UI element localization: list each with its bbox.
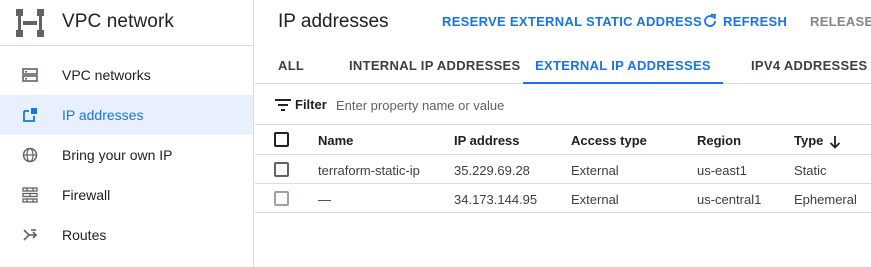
sidebar-item-bring-your-own-ip[interactable]: Bring your own IP: [0, 135, 253, 175]
sidebar-item-routes[interactable]: Routes: [0, 215, 253, 255]
filter-label[interactable]: Filter: [295, 97, 327, 112]
tab-external-ip-addresses[interactable]: EXTERNAL IP ADDRESSES: [523, 46, 723, 84]
release-static-address-button[interactable]: RELEASE S: [810, 14, 871, 29]
column-header-type[interactable]: Type: [794, 133, 841, 149]
cell-type: Static: [794, 163, 827, 178]
sidebar-item-label: IP addresses: [62, 107, 144, 123]
row-checkbox[interactable]: [274, 191, 289, 206]
cell-type: Ephemeral: [794, 192, 857, 207]
select-all-checkbox[interactable]: [274, 132, 289, 147]
page-title: IP addresses: [278, 11, 389, 32]
sidebar-item-label: Bring your own IP: [62, 147, 173, 163]
globe-icon: [22, 147, 38, 163]
refresh-button[interactable]: REFRESH: [723, 14, 787, 29]
cell-access-type: External: [571, 163, 619, 178]
sort-descending-arrow-icon[interactable]: [829, 135, 841, 149]
cell-ip-address: 35.229.69.28: [454, 163, 530, 178]
sidebar: VPC network VPC networks IP addresses Br…: [0, 0, 254, 267]
top-action-bar: IP addresses RESERVE EXTERNAL STATIC ADD…: [255, 0, 871, 46]
cell-access-type: External: [571, 192, 619, 207]
vpc-networks-icon: [22, 68, 38, 82]
refresh-icon[interactable]: [702, 13, 718, 29]
cell-name: —: [318, 192, 331, 207]
vpc-network-logo-icon: [16, 9, 44, 37]
sidebar-header: VPC network: [0, 0, 253, 46]
row-checkbox[interactable]: [274, 162, 289, 177]
cell-region: us-central1: [697, 192, 762, 207]
firewall-icon: [22, 187, 38, 203]
ip-addresses-icon: [23, 108, 37, 122]
sidebar-item-label: Firewall: [62, 187, 111, 203]
tab-ipv4-addresses[interactable]: IPV4 ADDRESSES: [751, 46, 867, 84]
column-header-name[interactable]: Name: [318, 133, 353, 148]
address-type-tabs: ALL INTERNAL IP ADDRESSES EXTERNAL IP AD…: [255, 46, 871, 84]
column-header-type-label: Type: [794, 133, 824, 148]
tab-internal-ip-addresses[interactable]: INTERNAL IP ADDRESSES: [349, 46, 520, 84]
cell-region: us-east1: [697, 163, 747, 178]
reserve-external-static-address-button[interactable]: RESERVE EXTERNAL STATIC ADDRESS: [442, 14, 702, 29]
cell-name: terraform-static-ip: [318, 163, 420, 178]
table-row[interactable]: terraform-static-ip 35.229.69.28 Externa…: [255, 155, 871, 184]
filter-bar: Filter: [255, 85, 871, 125]
sidebar-item-label: Routes: [62, 227, 107, 243]
main-content: IP addresses RESERVE EXTERNAL STATIC ADD…: [255, 0, 871, 267]
column-header-ip-address[interactable]: IP address: [454, 133, 520, 148]
table-header-row: Name IP address Access type Region Type: [255, 125, 871, 155]
column-header-access-type[interactable]: Access type: [571, 133, 647, 148]
table-row[interactable]: — 34.173.144.95 External us-central1 Eph…: [255, 184, 871, 213]
sidebar-item-label: VPC networks: [62, 67, 151, 83]
column-header-region[interactable]: Region: [697, 133, 741, 148]
filter-icon[interactable]: [275, 99, 291, 111]
ip-addresses-table: Name IP address Access type Region Type …: [255, 125, 871, 213]
sidebar-item-firewall[interactable]: Firewall: [0, 175, 253, 215]
sidebar-title: VPC network: [62, 11, 174, 32]
tab-all[interactable]: ALL: [278, 46, 304, 84]
routes-icon: [23, 229, 38, 241]
filter-input[interactable]: [336, 93, 656, 117]
sidebar-item-vpc-networks[interactable]: VPC networks: [0, 55, 253, 95]
sidebar-item-ip-addresses[interactable]: IP addresses: [0, 95, 253, 135]
cell-ip-address: 34.173.144.95: [454, 192, 538, 207]
